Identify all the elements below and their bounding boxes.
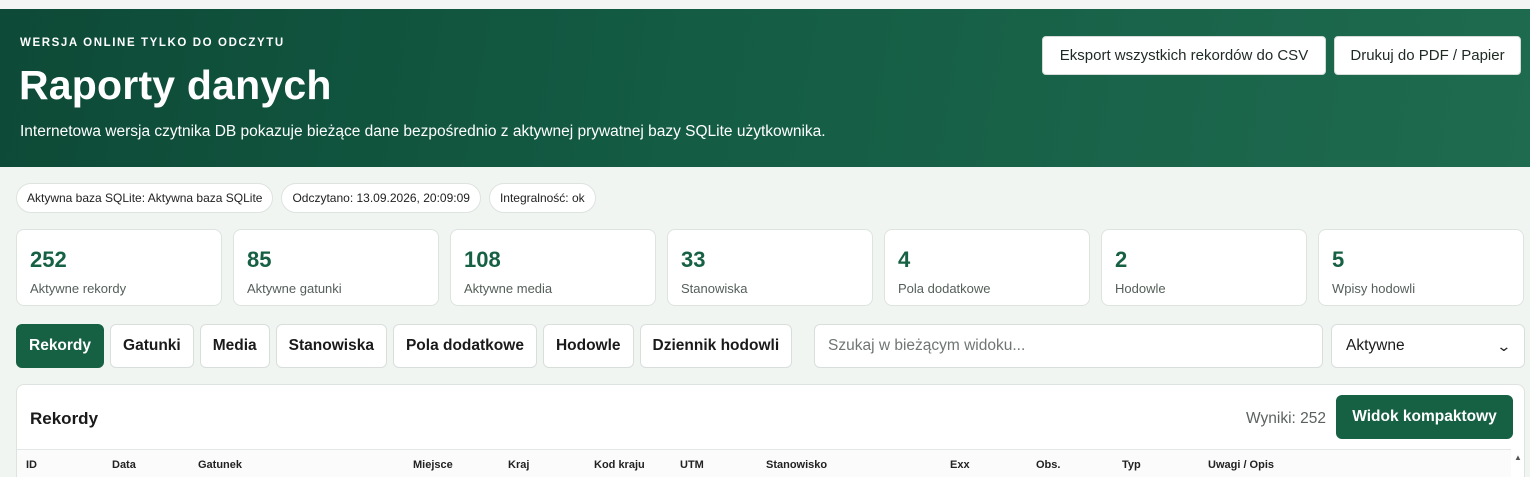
integrity-pill: Integralność: ok	[488, 183, 596, 213]
stat-value: 108	[464, 247, 501, 272]
stat-card-media: 108 Aktywne media	[450, 229, 656, 306]
export-csv-button[interactable]: Eksport wszystkich rekordów do CSV	[1042, 36, 1326, 75]
page-title: Raporty danych	[19, 62, 332, 108]
stat-card-extra-fields: 4 Pola dodatkowe	[884, 229, 1090, 306]
stat-card-sites: 33 Stanowiska	[667, 229, 873, 306]
scrollbar-up-arrow-icon[interactable]: ▲	[1511, 449, 1525, 477]
stat-label: Wpisy hodowli	[1332, 281, 1416, 296]
tab-species[interactable]: Gatunki	[110, 324, 194, 368]
tab-media[interactable]: Media	[199, 324, 270, 368]
stat-card-breedings: 2 Hodowle	[1101, 229, 1307, 306]
stat-card-records: 252 Aktywne rekordy	[16, 229, 222, 306]
stat-label: Aktywne rekordy	[30, 281, 127, 296]
tab-breeding-log[interactable]: Dziennik hodowli	[639, 324, 793, 368]
view-tabs: Rekordy Gatunki Media Stanowiska Pola do…	[16, 324, 793, 368]
readonly-eyebrow: WERSJA ONLINE TYLKO DO ODCZYTU	[20, 37, 285, 49]
read-time-pill: Odczytano: 13.09.2026, 20:09:09	[281, 183, 481, 213]
stat-value: 4	[898, 247, 911, 272]
status-filter-value: Aktywne	[1346, 337, 1405, 354]
stat-value: 5	[1332, 247, 1345, 272]
database-pill: Aktywna baza SQLite: Aktywna baza SQLite	[16, 183, 274, 213]
status-pills: Aktywna baza SQLite: Aktywna baza SQLite…	[16, 183, 596, 213]
results-count: Wyniki: 252	[1246, 410, 1326, 427]
stats-row: 252 Aktywne rekordy 85 Aktywne gatunki 1…	[16, 229, 1524, 306]
column-header-type[interactable]: Typ	[1122, 459, 1141, 471]
column-header-utm[interactable]: UTM	[680, 459, 704, 471]
tab-records[interactable]: Rekordy	[16, 324, 105, 368]
stat-value: 33	[681, 247, 706, 272]
column-header-id[interactable]: ID	[26, 459, 37, 471]
column-header-species[interactable]: Gatunek	[198, 459, 242, 471]
page-header: WERSJA ONLINE TYLKO DO ODCZYTU Raporty d…	[0, 9, 1530, 167]
top-strip	[0, 0, 1530, 9]
stat-card-species: 85 Aktywne gatunki	[233, 229, 439, 306]
stat-label: Aktywne gatunki	[247, 281, 342, 296]
chevron-down-icon: ⌄	[1496, 337, 1512, 354]
column-header-notes[interactable]: Uwagi / Opis	[1208, 459, 1274, 471]
tab-sites[interactable]: Stanowiska	[275, 324, 387, 368]
table-header: ID Data Gatunek Miejsce Kraj Kod kraju U…	[17, 449, 1511, 477]
tab-extra-fields[interactable]: Pola dodatkowe	[392, 324, 537, 368]
stat-value: 2	[1115, 247, 1128, 272]
column-header-obs[interactable]: Obs.	[1036, 459, 1060, 471]
status-filter-select[interactable]: Aktywne ⌄	[1331, 324, 1525, 368]
records-panel: Rekordy Wyniki: 252 Widok kompaktowy ID …	[16, 384, 1525, 477]
column-header-date[interactable]: Data	[112, 459, 136, 471]
stat-label: Aktywne media	[464, 281, 553, 296]
column-header-site[interactable]: Stanowisko	[766, 459, 827, 471]
compact-view-button[interactable]: Widok kompaktowy	[1336, 395, 1513, 439]
column-header-country[interactable]: Kraj	[508, 459, 529, 471]
stat-value: 252	[30, 247, 67, 272]
print-pdf-button[interactable]: Drukuj do PDF / Papier	[1334, 36, 1521, 75]
stat-card-breeding-entries: 5 Wpisy hodowli	[1318, 229, 1524, 306]
stat-label: Pola dodatkowe	[898, 281, 991, 296]
stat-label: Stanowiska	[681, 281, 748, 296]
column-header-place[interactable]: Miejsce	[413, 459, 453, 471]
stat-value: 85	[247, 247, 272, 272]
panel-title: Rekordy	[30, 409, 99, 428]
search-input[interactable]	[814, 324, 1323, 368]
page-subtitle: Internetowa wersja czytnika DB pokazuje …	[20, 123, 826, 140]
column-header-exx[interactable]: Exx	[950, 459, 970, 471]
stat-label: Hodowle	[1115, 281, 1166, 296]
column-header-country-code[interactable]: Kod kraju	[594, 459, 645, 471]
tab-breedings[interactable]: Hodowle	[542, 324, 634, 368]
